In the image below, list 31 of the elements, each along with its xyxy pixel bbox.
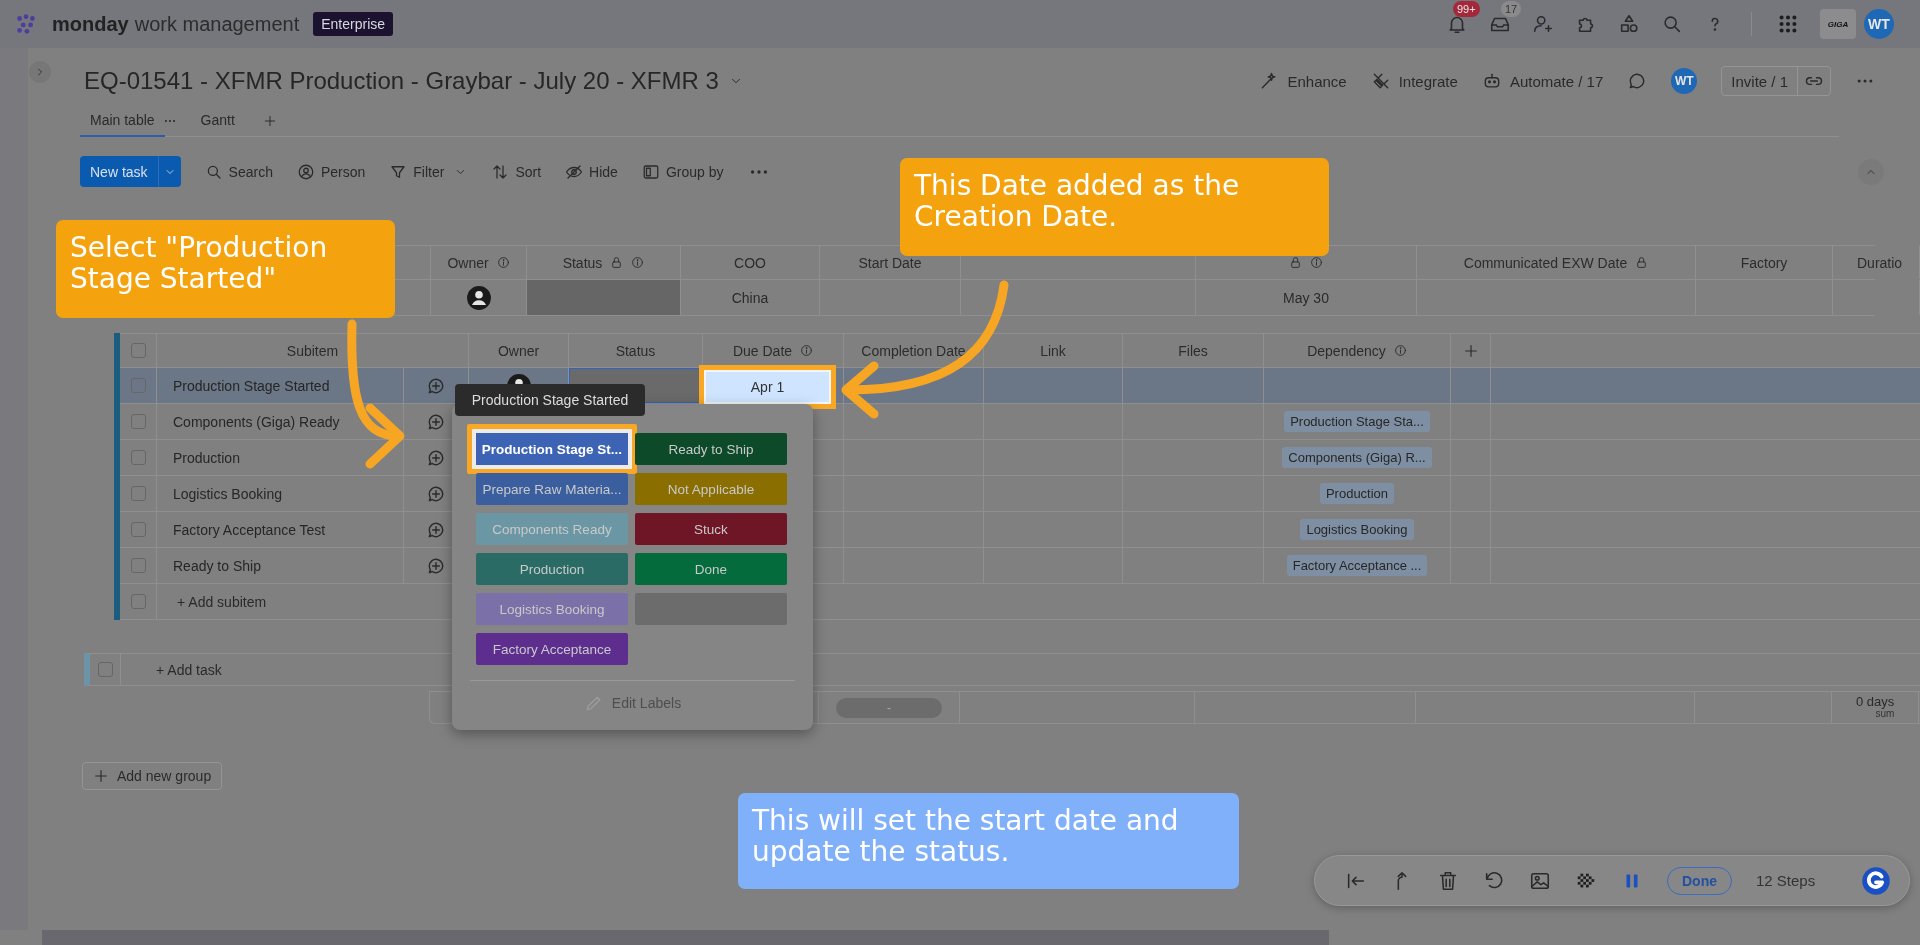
callout: This Date added as the Creation Date. (900, 158, 1329, 256)
column-title: Owner (497, 342, 540, 359)
column-title: Owner (447, 254, 489, 271)
inbox-count: 17 (1501, 1, 1522, 17)
summary-bar: - (836, 697, 942, 718)
column-title: Files (1178, 342, 1208, 359)
summary-caption: sum (1875, 709, 1895, 720)
column-title: Dependency (1307, 342, 1386, 359)
column-title: Start Date (858, 254, 922, 271)
product-name: work management (134, 12, 300, 36)
plan-badge: Enterprise (313, 12, 394, 36)
notification-count: 99+ (1453, 1, 1480, 17)
table-cell: China (731, 289, 769, 306)
column-title: Status (615, 342, 656, 359)
column-title: Communicated EXW Date (1463, 254, 1628, 271)
column-title: Factory (1740, 254, 1788, 271)
column-title: Status (562, 254, 603, 271)
summary-value: 0 days (1856, 695, 1895, 710)
callout: Select "Production Stage Started" (56, 220, 395, 318)
column-title: Link (1040, 342, 1066, 359)
tooltip: Production Stage Started (455, 384, 645, 416)
callout: This will set the start date and update the status. (738, 793, 1239, 889)
column-title: Due Date (732, 342, 793, 359)
table-cell: May 30 (1283, 289, 1329, 306)
brand-name: monday (52, 12, 129, 36)
column-title: COO (734, 254, 766, 271)
column-title: Completion Date (861, 342, 966, 359)
column-title: Duratio (1857, 254, 1903, 271)
board-title: EQ-01541 - XFMR Production - Graybar - July 20 - XFMR 3 (84, 67, 719, 95)
step-count: 12 Steps (1756, 872, 1816, 889)
column-title: Subitem (286, 342, 339, 359)
